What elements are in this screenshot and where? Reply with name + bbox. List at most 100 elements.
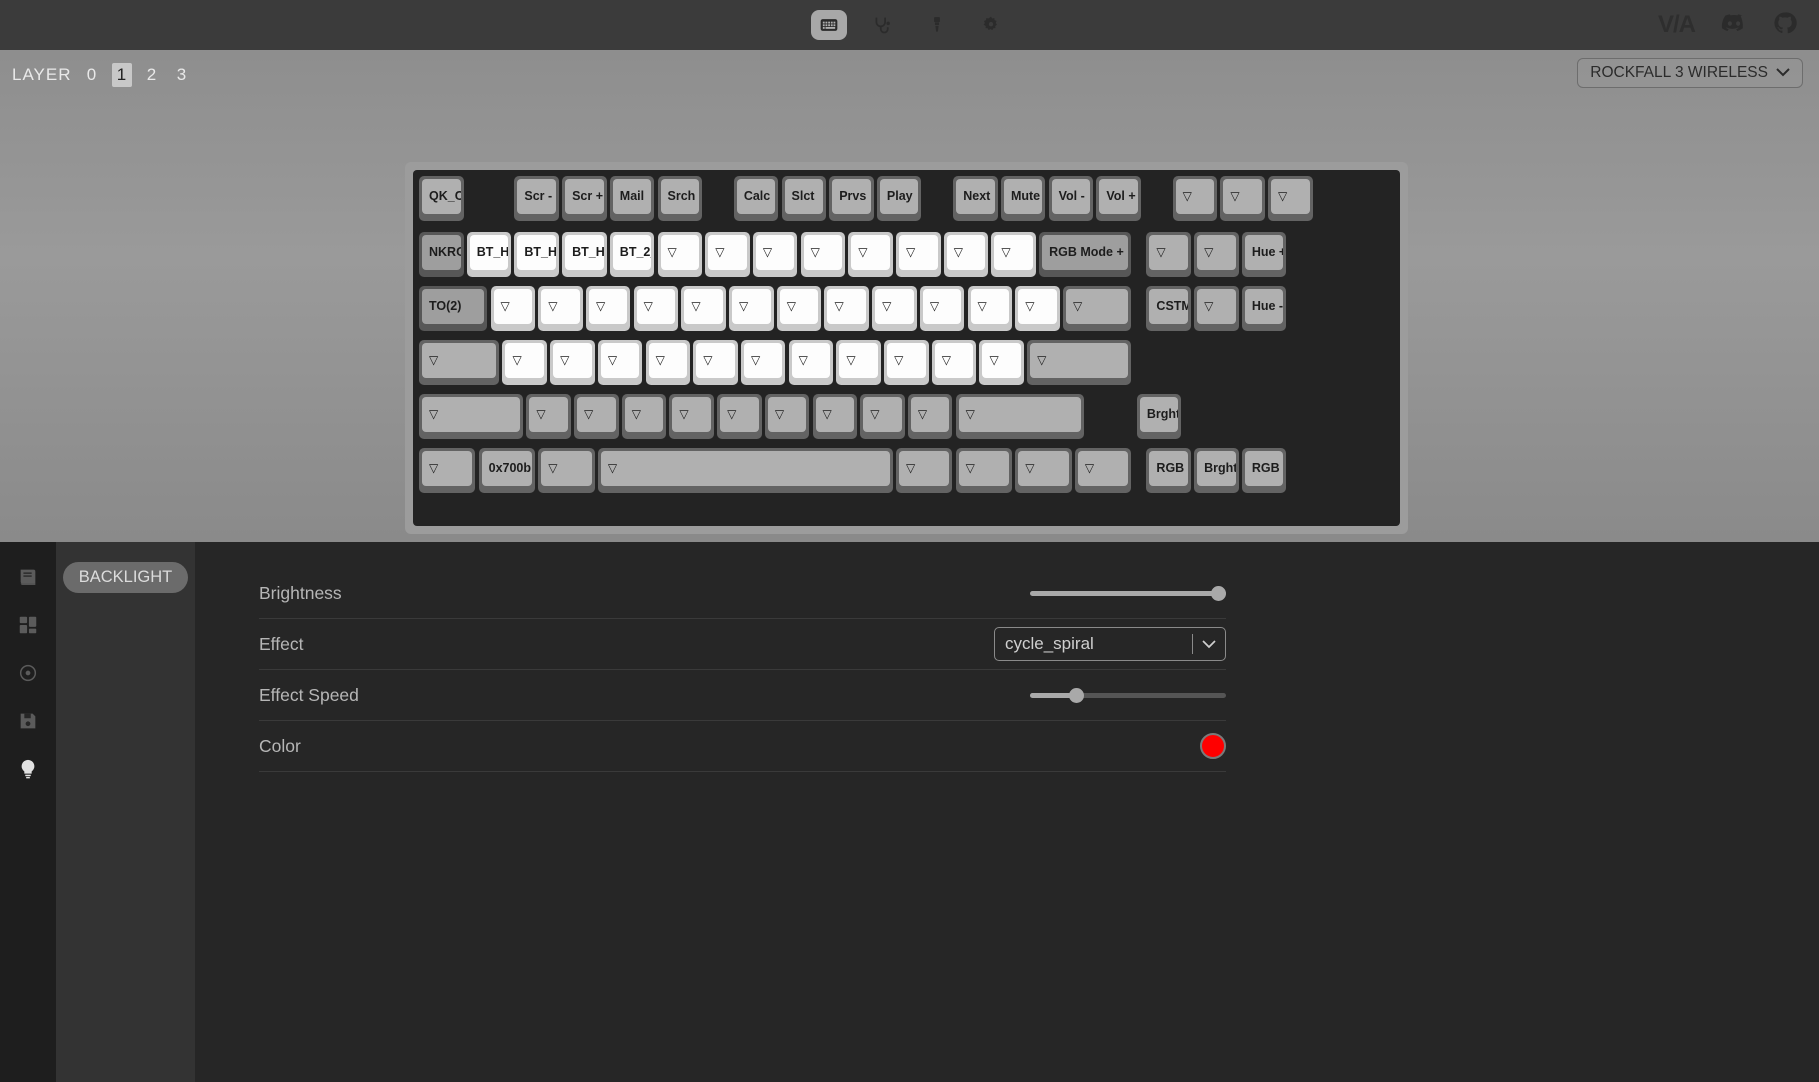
key[interactable]: ▽ [1015,448,1072,493]
color-swatch[interactable] [1200,733,1226,759]
key[interactable]: ▽ [585,286,631,331]
key[interactable]: ▽ [1268,176,1313,221]
key[interactable]: ▽ [1074,448,1132,493]
key[interactable]: ▽ [1027,340,1132,385]
key[interactable]: ▽ [943,232,989,277]
key[interactable]: Brght- [1194,448,1239,493]
key[interactable]: BT_HO [562,232,607,277]
key[interactable]: ▽ [419,448,476,493]
key[interactable]: ▽ [800,232,846,277]
key[interactable]: 0x700b [478,448,536,493]
key[interactable]: ▽ [907,394,953,439]
key[interactable]: ▽ [1062,286,1132,331]
key[interactable]: ▽ [919,286,965,331]
key[interactable]: ▽ [490,286,536,331]
keyboard-select-dropdown[interactable]: ROCKFALL 3 WIRELESS [1577,58,1803,88]
effect-speed-knob[interactable] [1069,687,1084,703]
key[interactable]: Scr + [562,176,607,221]
key[interactable]: Mail [609,176,655,221]
key[interactable]: RGB Sl [1146,448,1191,493]
key[interactable]: QK_CL [419,176,464,221]
key[interactable]: ▽ [657,232,702,277]
key[interactable]: ▽ [812,394,858,439]
key[interactable]: ▽ [848,232,893,277]
key[interactable]: Hue - [1241,286,1287,331]
key[interactable]: ▽ [740,340,786,385]
tab-keyboard[interactable] [810,10,847,40]
key[interactable]: ▽ [1194,286,1239,331]
key[interactable]: ▽ [884,340,929,385]
key[interactable]: ▽ [788,340,834,385]
brightness-knob[interactable] [1211,585,1226,601]
key[interactable]: ▽ [597,340,643,385]
key[interactable]: TO(2) [419,286,488,331]
key[interactable]: ▽ [669,394,714,439]
tab-debug[interactable] [865,10,901,40]
key[interactable]: Slct [781,176,827,221]
github-icon[interactable] [1773,11,1797,40]
key[interactable]: Calc [733,176,779,221]
tab-design[interactable] [919,10,955,40]
key[interactable]: RGB Mode + [1039,232,1132,277]
key[interactable]: ▽ [896,232,941,277]
key[interactable]: Brght+ [1136,394,1182,439]
layer-0[interactable]: 0 [82,63,102,87]
key[interactable]: ▽ [550,340,595,385]
rail-item-layouts[interactable] [13,612,43,642]
key[interactable]: Play [876,176,922,221]
key[interactable]: BT_2_4 [609,232,655,277]
key[interactable]: ▽ [931,340,977,385]
key[interactable]: ▽ [1172,176,1218,221]
tab-settings[interactable] [973,10,1009,40]
key[interactable]: ▽ [872,286,917,331]
key[interactable]: Srch [657,176,702,221]
key[interactable]: Next [953,176,998,221]
key[interactable]: ▽ [538,448,595,493]
key[interactable]: ▽ [502,340,547,385]
key[interactable]: ▽ [1146,232,1191,277]
discord-icon[interactable] [1721,13,1747,38]
key[interactable]: ▽ [955,394,1084,439]
key[interactable]: ▽ [705,232,750,277]
key[interactable]: ▽ [967,286,1013,331]
key[interactable]: ▽ [693,340,738,385]
key[interactable]: Vol + [1096,176,1141,221]
key[interactable]: Hue + [1241,232,1287,277]
key[interactable]: Scr - [514,176,559,221]
key[interactable]: ▽ [645,340,691,385]
key[interactable]: ▽ [419,340,500,385]
key[interactable]: ▽ [574,394,619,439]
key[interactable]: ▽ [633,286,679,331]
key[interactable]: ▽ [717,394,762,439]
rail-item-rotary[interactable] [13,660,43,690]
key[interactable]: ▽ [597,448,893,493]
effect-speed-slider[interactable] [1030,687,1226,703]
key[interactable]: ▽ [776,286,822,331]
rail-item-save[interactable] [13,708,43,738]
key[interactable]: ▽ [764,394,810,439]
key[interactable]: Prvs [829,176,874,221]
key[interactable]: ▽ [896,448,953,493]
rail-item-lighting[interactable] [13,756,43,786]
key[interactable]: ▽ [526,394,571,439]
key[interactable]: ▽ [991,232,1036,277]
key[interactable]: ▽ [729,286,774,331]
key[interactable]: ▽ [1015,286,1060,331]
key[interactable]: ▽ [1220,176,1265,221]
key[interactable]: ▽ [955,448,1013,493]
key[interactable]: ▽ [538,286,583,331]
key[interactable]: ▽ [824,286,869,331]
key[interactable]: CSTM( [1146,286,1191,331]
layer-3[interactable]: 3 [172,63,192,87]
via-logo[interactable]: V/A [1658,11,1696,39]
effect-select[interactable]: cycle_spiral [994,627,1226,661]
submenu-item-backlight[interactable]: BACKLIGHT [62,562,189,593]
key[interactable]: ▽ [836,340,881,385]
key[interactable]: ▽ [621,394,667,439]
key[interactable]: ▽ [752,232,798,277]
key[interactable]: ▽ [681,286,726,331]
key[interactable]: NKRO [419,232,464,277]
key[interactable]: RGB Sl [1241,448,1287,493]
key[interactable]: Vol - [1048,176,1094,221]
key[interactable]: ▽ [1194,232,1239,277]
